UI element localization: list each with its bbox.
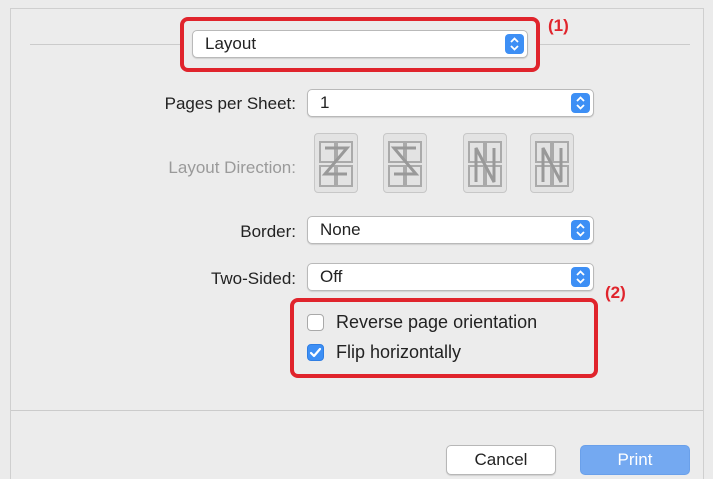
checkmark-icon: [309, 347, 322, 358]
callout-1: (1): [548, 16, 569, 35]
pages-per-sheet-popup[interactable]: 1: [307, 89, 594, 117]
two-sided-value: Off: [320, 267, 343, 286]
border-label: Border:: [240, 222, 296, 241]
popup-stepper-icon: [571, 220, 590, 240]
bottom-separator: [11, 410, 703, 411]
n-reverse-order-icon: [463, 133, 507, 193]
reverse-orientation-label: Reverse page orientation: [336, 312, 538, 332]
pages-per-sheet-value: 1: [320, 93, 330, 112]
border-popup[interactable]: None: [307, 216, 594, 244]
layout-direction-label: Layout Direction:: [168, 158, 296, 177]
highlight-box-2: [290, 298, 598, 378]
pages-per-sheet-label: Pages per Sheet:: [164, 94, 296, 113]
highlight-box-1: [180, 17, 540, 72]
two-sided-popup[interactable]: Off: [307, 263, 594, 291]
cancel-button[interactable]: Cancel: [446, 445, 556, 475]
top-separator-right: [540, 44, 690, 45]
n-order-icon: [530, 133, 574, 193]
print-button[interactable]: Print: [580, 445, 690, 475]
callout-2: (2): [605, 283, 626, 302]
two-sided-label: Two-Sided:: [210, 269, 296, 288]
popup-stepper-icon: [571, 267, 590, 287]
top-separator-left: [30, 44, 180, 45]
flip-horizontally-label: Flip horizontally: [336, 342, 462, 362]
popup-stepper-icon: [571, 93, 590, 113]
reverse-s-order-icon: [383, 133, 427, 193]
reverse-orientation-checkbox[interactable]: [307, 314, 324, 331]
z-order-icon: [314, 133, 358, 193]
border-value: None: [320, 220, 361, 239]
flip-horizontally-checkbox[interactable]: [307, 344, 324, 361]
